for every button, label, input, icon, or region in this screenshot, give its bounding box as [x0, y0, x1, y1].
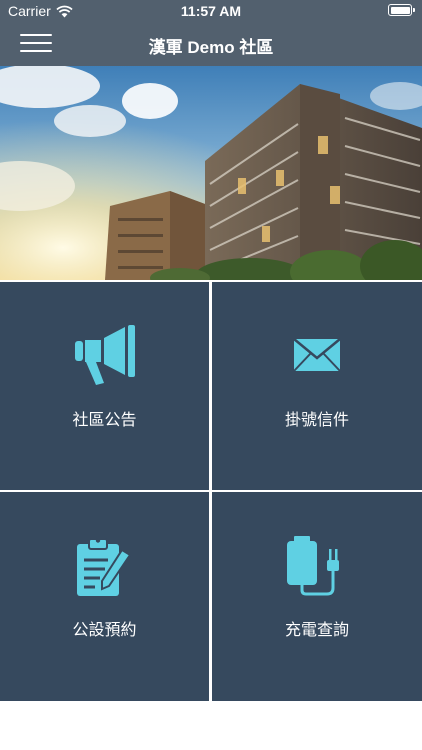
tile-label: 社區公告: [72, 410, 137, 429]
tile-label: 公設預約: [72, 620, 137, 639]
megaphone-icon: [74, 325, 135, 385]
page-title: 漢軍 Demo 社區: [148, 38, 274, 57]
envelope-icon: [293, 338, 341, 372]
banner-image: [0, 66, 422, 280]
tile-charging-query[interactable]: 充電查詢: [212, 492, 422, 701]
tile-announcements[interactable]: 社區公告: [0, 282, 209, 490]
status-bar: Carrier 11:57 AM: [0, 0, 422, 22]
battery-charger-icon: [287, 536, 339, 596]
tile-registered-mail[interactable]: 掛號信件: [212, 282, 422, 490]
status-time: 11:57 AM: [180, 3, 242, 19]
battery-icon: [388, 4, 415, 16]
tile-label: 掛號信件: [284, 410, 349, 429]
tile-facility-booking[interactable]: 公設預約: [0, 492, 209, 701]
feature-grid: 社區公告 掛號信件 公設預約 充電查詢: [0, 280, 422, 701]
tile-label: 充電查詢: [284, 620, 349, 639]
clipboard-pen-icon: [76, 538, 131, 596]
top-bar: Carrier 11:57 AM 漢軍 Demo 社區: [0, 0, 422, 66]
